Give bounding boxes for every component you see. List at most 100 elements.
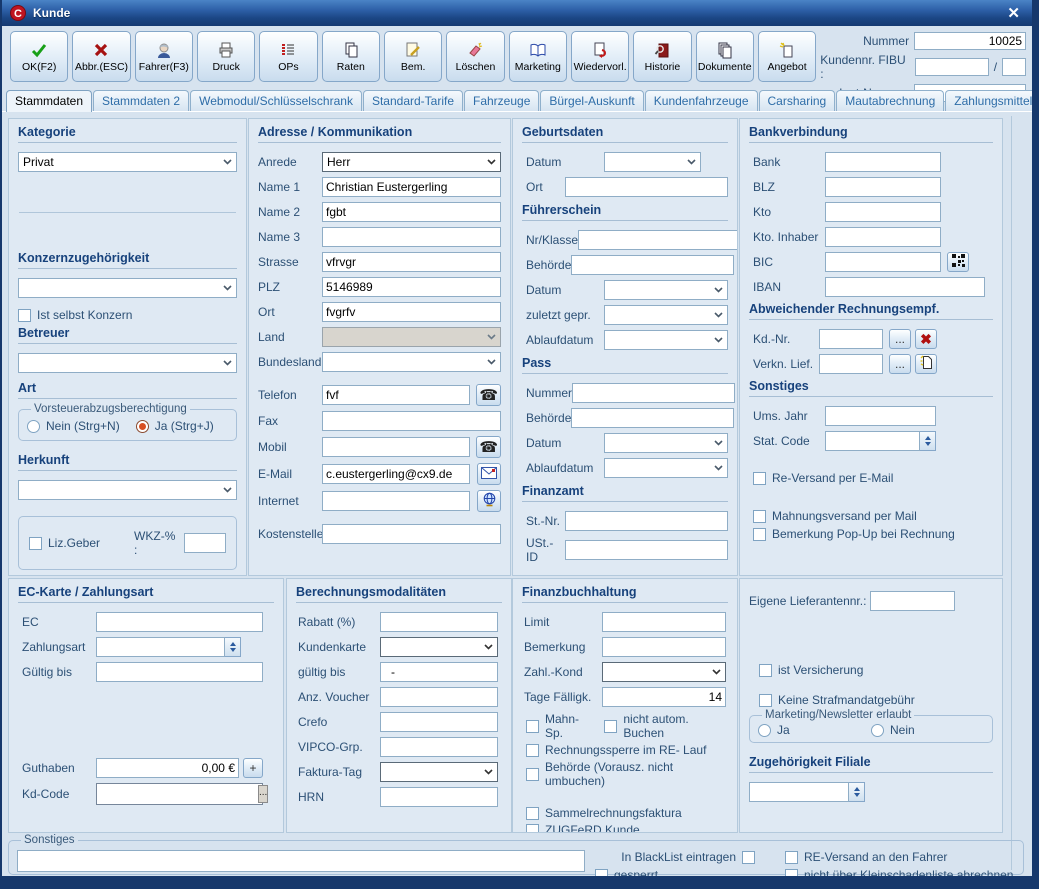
tab-stammdaten-2[interactable]: Stammdaten 2 [93,90,189,111]
dial-telefon-button[interactable]: ☎ [476,384,501,406]
tab-buergel-auskunft[interactable]: Bürgel-Auskunft [540,90,643,111]
pass-behoerde-field[interactable] [571,408,734,428]
abw-kdnr-clear-button[interactable]: ✖ [915,329,937,349]
fs-ablauf-select[interactable] [604,330,728,350]
fs-behoerde-field[interactable] [571,255,734,275]
zahlungsart-field[interactable] [96,637,225,657]
tab-standard-tarife[interactable]: Standard-Tarife [363,90,463,111]
blacklist-checkbox[interactable] [742,851,755,864]
bic-field[interactable] [825,252,941,272]
zahlungsart-spinner[interactable] [225,637,241,657]
re-versand-email-checkbox[interactable] [753,472,766,485]
filiale-spinner[interactable] [849,782,865,802]
fibu-field[interactable] [915,58,989,76]
fs-nrklasse-field[interactable] [578,230,738,250]
kd-code-browse-button[interactable]: ... [258,785,268,803]
bemerkung-popup-checkbox[interactable] [753,528,766,541]
anz-voucher-field[interactable] [380,687,498,707]
keine-strafmandat-checkbox[interactable] [759,694,772,707]
mahnungsversand-checkbox[interactable] [753,510,766,523]
historie-button[interactable]: Historie [633,31,691,82]
loeschen-button[interactable]: Löschen [446,31,504,82]
ec-field[interactable] [96,612,263,632]
ustid-field[interactable] [565,540,728,560]
bundesland-select[interactable] [322,352,501,372]
abw-kdnr-browse-button[interactable]: ... [889,329,911,349]
bemerkung-button[interactable]: Bem. [384,31,442,82]
kundenkarte-select[interactable] [380,637,498,657]
verkn-lief-field[interactable] [819,354,883,374]
kto-inhaber-field[interactable] [825,227,941,247]
tab-kundenfahrzeuge[interactable]: Kundenfahrzeuge [645,90,758,111]
dial-mobil-button[interactable]: ☎ [476,436,501,458]
fax-field[interactable] [322,411,501,431]
geburtsdatum-select[interactable] [604,152,701,172]
pass-datum-select[interactable] [604,433,728,453]
verkn-lief-new-button[interactable] [915,354,937,374]
kd-code-field[interactable] [97,785,258,803]
wiedervorlage-button[interactable]: Wiedervorl. [571,31,629,82]
ort-field[interactable] [322,302,501,322]
gueltig-bis-field[interactable] [96,662,263,682]
stnr-field[interactable] [565,511,728,531]
fs-datum-select[interactable] [604,280,728,300]
angebot-button[interactable]: Angebot [758,31,816,82]
stat-code-spinner[interactable] [920,431,936,451]
sonstiges-bemerkung-field[interactable] [17,850,585,872]
re-versand-fahrer-checkbox[interactable] [785,851,798,864]
iban-field[interactable] [825,277,985,297]
gesperrt-checkbox[interactable] [595,869,608,882]
tab-stammdaten[interactable]: Stammdaten [6,90,92,112]
hrn-field[interactable] [380,787,498,807]
radio-nein[interactable] [27,420,40,433]
kk-gueltig-bis-field[interactable] [380,662,498,682]
abw-kdnr-field[interactable] [819,329,883,349]
pass-nummer-field[interactable] [572,383,735,403]
fahrer-button[interactable]: Fahrer(F3) [135,31,193,82]
bank-field[interactable] [825,152,941,172]
kto-field[interactable] [825,202,941,222]
pass-ablauf-select[interactable] [604,458,728,478]
radio-ja[interactable] [136,420,149,433]
fs-zuletzt-select[interactable] [604,305,728,325]
mahn-sp-checkbox[interactable] [526,720,539,733]
kleinschaden-checkbox[interactable] [785,869,798,882]
vipco-grp-field[interactable] [380,737,498,757]
dokumente-button[interactable]: Dokumente [696,31,754,82]
marketing-button[interactable]: Marketing [509,31,567,82]
guthaben-field[interactable] [96,758,239,778]
rechnungssperre-checkbox[interactable] [526,744,539,757]
tage-faelligkeit-field[interactable] [602,687,726,707]
kostenstelle-field[interactable] [322,524,501,544]
abort-button[interactable]: Abbr.(ESC) [72,31,130,82]
open-website-button[interactable] [477,490,501,512]
eigene-lieferantennr-field[interactable] [870,591,955,611]
verkn-lief-browse-button[interactable]: ... [889,354,911,374]
guthaben-add-button[interactable]: + [243,758,263,778]
telefon-field[interactable] [322,385,470,405]
crefo-field[interactable] [380,712,498,732]
send-email-button[interactable] [477,463,501,485]
plz-field[interactable] [322,277,501,297]
zugferd-checkbox[interactable] [526,824,539,834]
druck-button[interactable]: Druck [197,31,255,82]
ok-button[interactable]: OK(F2) [10,31,68,82]
limit-field[interactable] [602,612,726,632]
email-field[interactable] [322,464,470,484]
konzern-select[interactable] [18,278,237,298]
tab-carsharing[interactable]: Carsharing [759,90,836,111]
filiale-field[interactable] [749,782,849,802]
tab-zahlungsmittel[interactable]: Zahlungsmittel [945,90,1039,111]
ist-versicherung-checkbox[interactable] [759,664,772,677]
strasse-field[interactable] [322,252,501,272]
wkz-field[interactable] [184,533,226,553]
name1-field[interactable] [322,177,501,197]
tab-fahrzeuge[interactable]: Fahrzeuge [464,90,539,111]
lizgeber-checkbox[interactable] [29,537,42,550]
marketing-nein-radio[interactable] [871,724,884,737]
geburtsort-field[interactable] [565,177,728,197]
nicht-autom-buchen-checkbox[interactable] [604,720,617,733]
tab-mautabrechnung[interactable]: Mautabrechnung [836,90,944,111]
ist-selbst-konzern-checkbox[interactable] [18,309,31,322]
bic-lookup-button[interactable] [947,252,969,272]
